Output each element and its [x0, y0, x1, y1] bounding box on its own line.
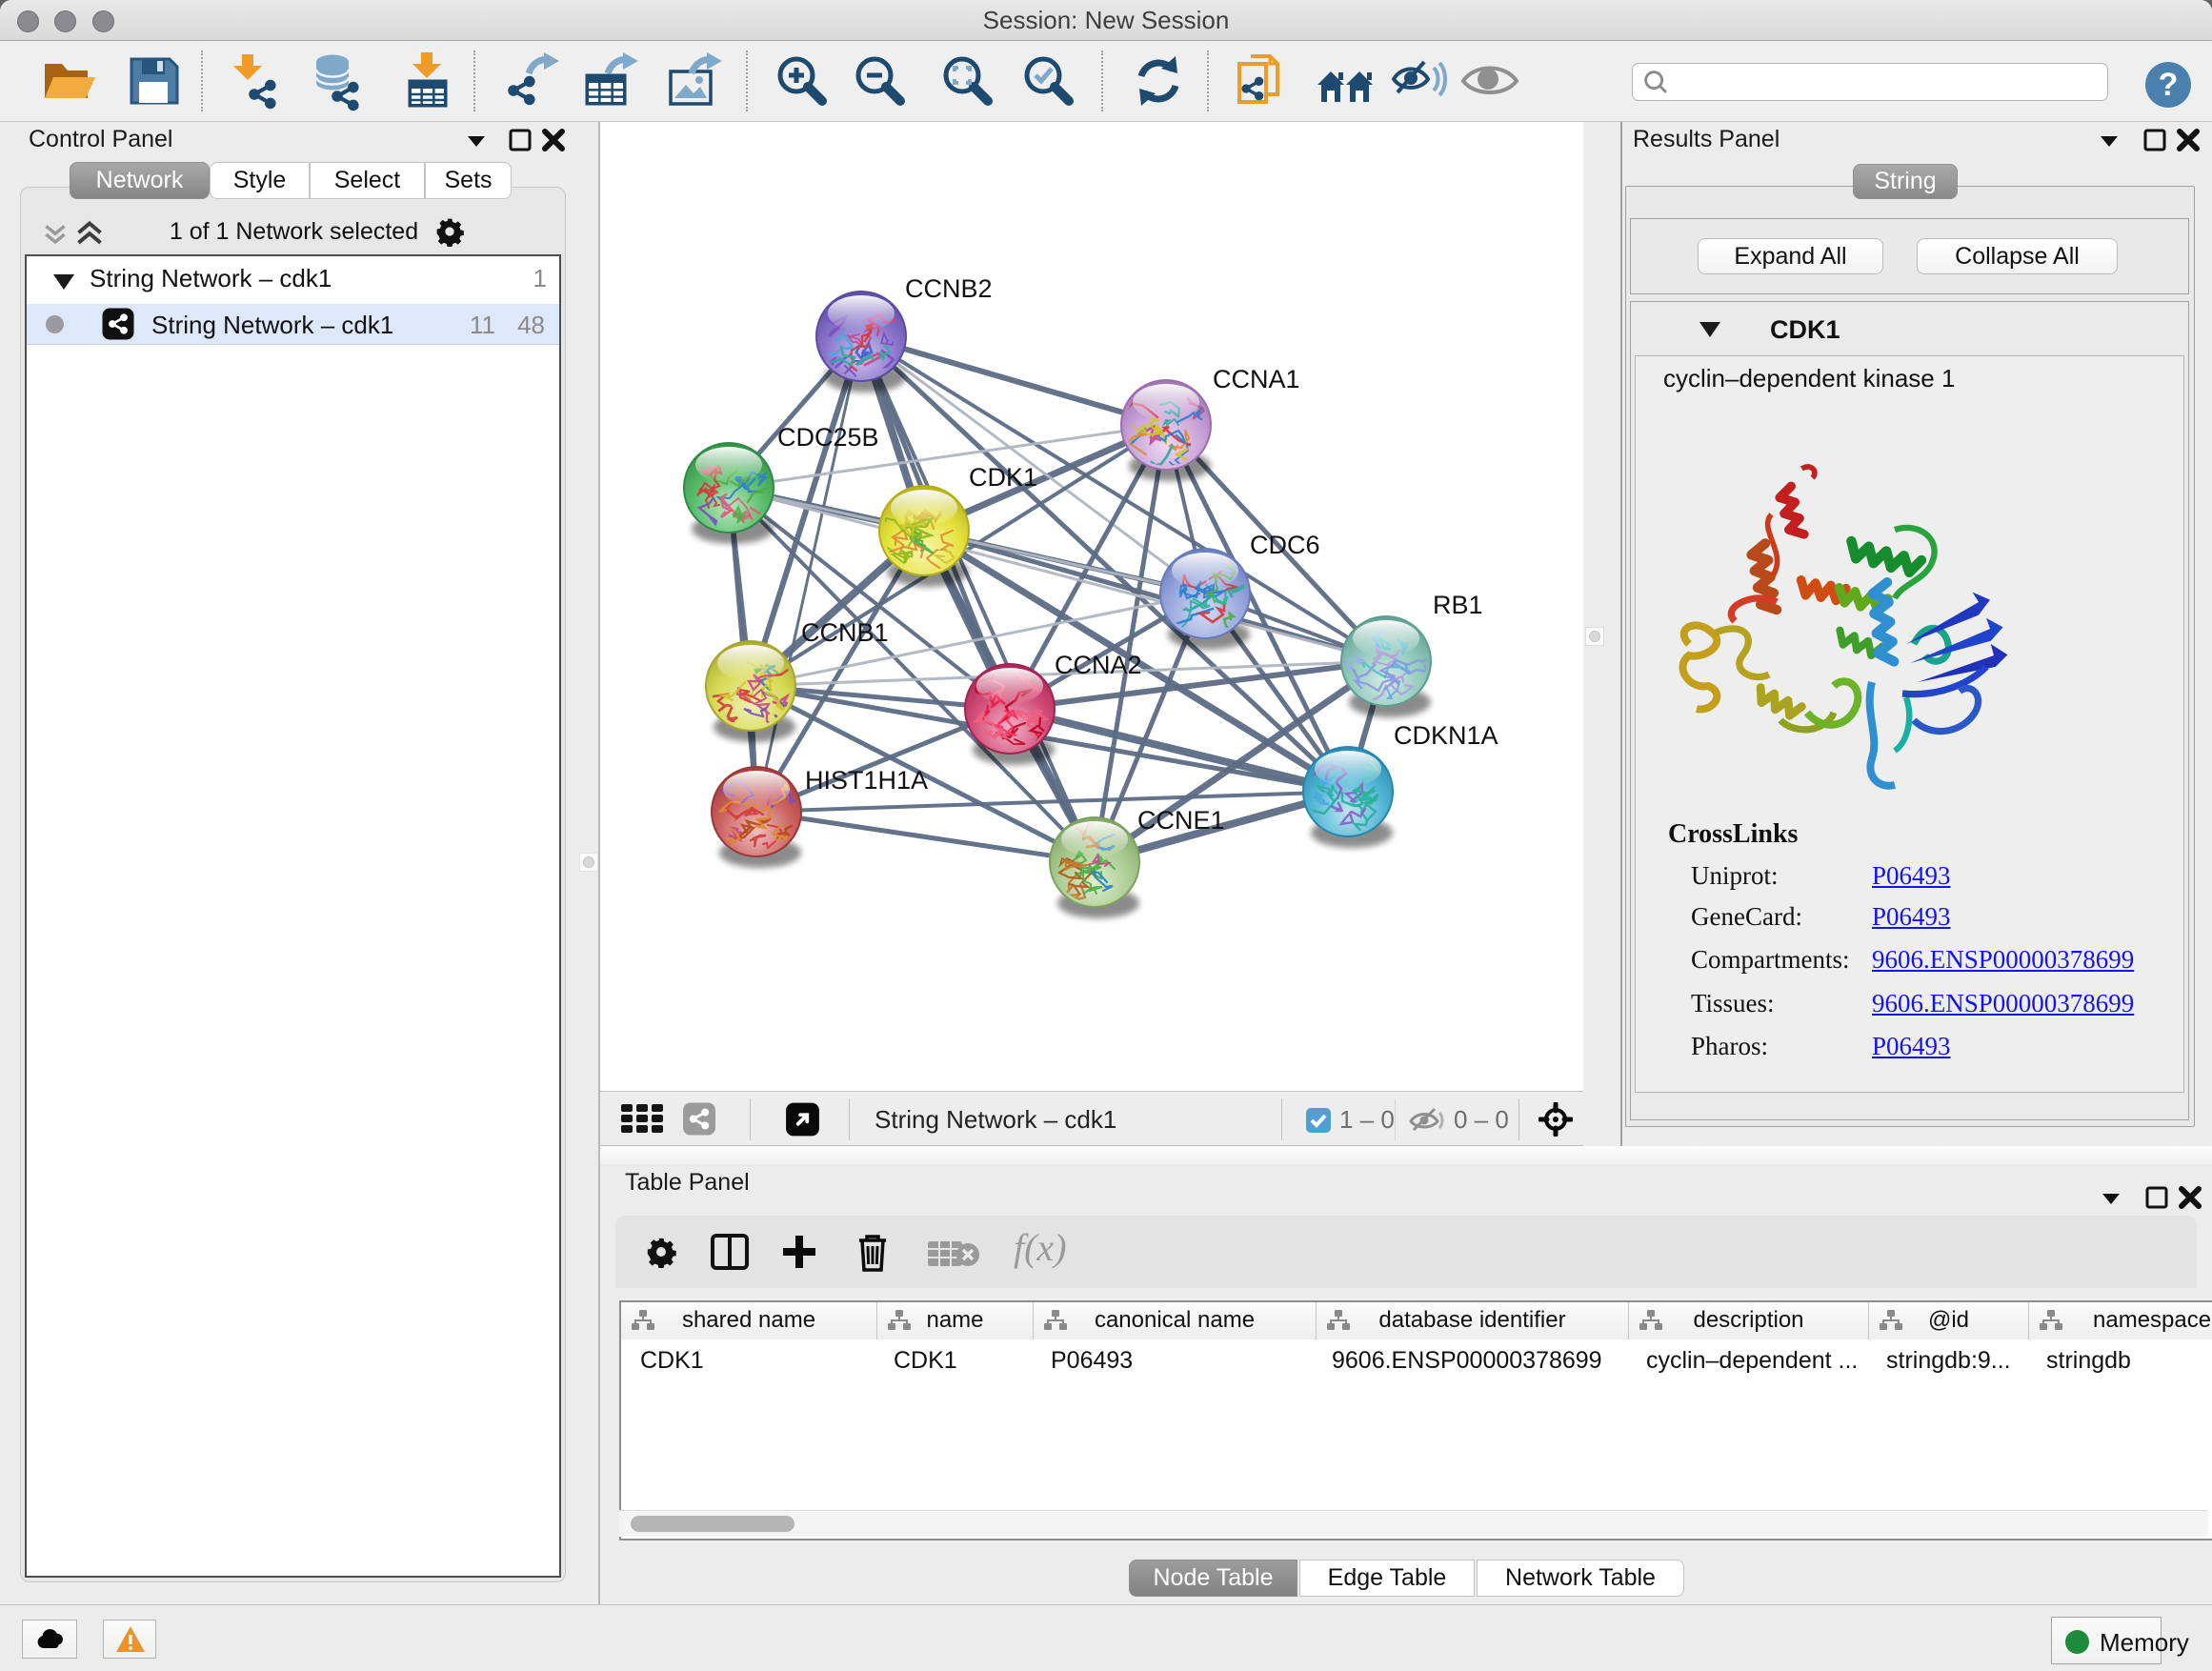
svg-text:CCNA2: CCNA2	[1055, 651, 1142, 679]
svg-text:CDKN1A: CDKN1A	[1394, 721, 1498, 750]
svg-text:CCNA1: CCNA1	[1213, 365, 1300, 393]
svg-text:CCNE1: CCNE1	[1137, 806, 1225, 835]
svg-text:CDK1: CDK1	[969, 463, 1037, 492]
svg-text:HIST1H1A: HIST1H1A	[805, 766, 928, 795]
svg-text:?: ?	[2159, 67, 2179, 103]
svg-text:CDC6: CDC6	[1250, 531, 1320, 559]
svg-text:RB1: RB1	[1433, 591, 1483, 619]
svg-text:CCNB2: CCNB2	[905, 274, 993, 303]
svg-text:CDC25B: CDC25B	[777, 423, 879, 452]
svg-text:CCNB1: CCNB1	[801, 618, 889, 647]
